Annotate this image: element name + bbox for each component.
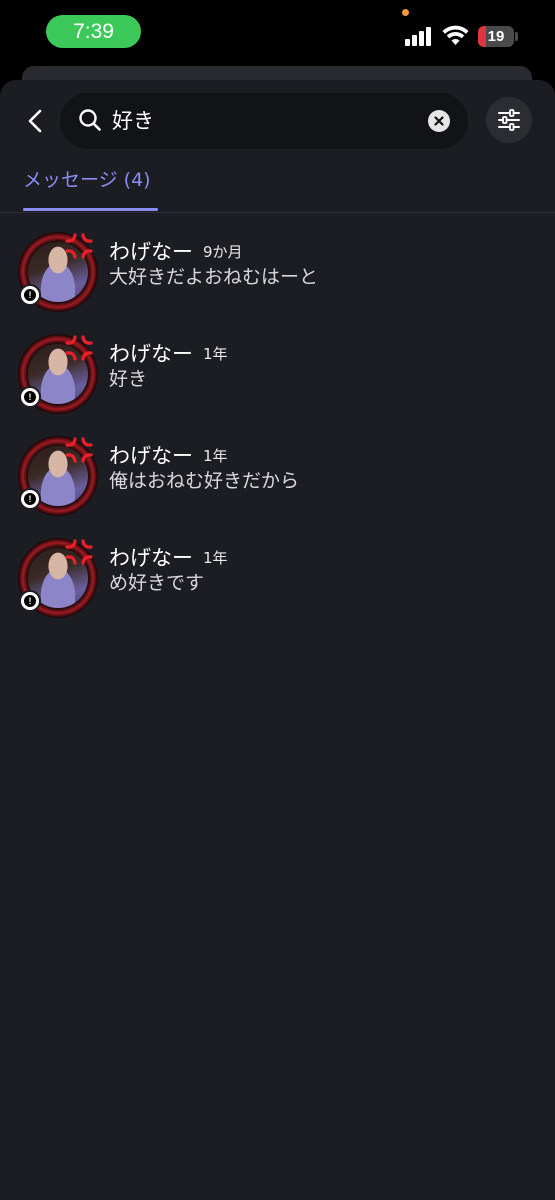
- result-row[interactable]: ! わげなー 1年 め好きです: [0, 538, 555, 634]
- privacy-indicator-dot: [402, 9, 409, 16]
- exclamation-icon: !: [24, 493, 36, 505]
- status-time[interactable]: 7:39: [46, 15, 141, 48]
- avatar[interactable]: !: [18, 436, 98, 516]
- tab-divider: [0, 212, 555, 213]
- clear-icon: [434, 116, 444, 126]
- anger-mark-icon: [65, 335, 93, 361]
- battery-tip: [515, 32, 518, 41]
- tab-messages[interactable]: メッセージ (4): [23, 165, 151, 195]
- battery-level: 19: [487, 28, 505, 45]
- search-icon: [79, 109, 101, 131]
- chevron-left-icon: [28, 109, 42, 133]
- alert-badge: !: [19, 386, 41, 408]
- message-preview: 好き: [109, 368, 148, 390]
- avatar[interactable]: !: [18, 232, 98, 312]
- message-preview: 大好きだよおねむはーと: [109, 266, 319, 288]
- filter-button[interactable]: [486, 97, 532, 143]
- result-row[interactable]: ! わげなー 9か月 大好きだよおねむはーと: [0, 232, 555, 328]
- message-preview: 俺はおねむ好きだから: [109, 470, 300, 492]
- avatar[interactable]: !: [18, 538, 98, 618]
- message-time: 1年: [203, 345, 228, 363]
- exclamation-icon: !: [24, 391, 36, 403]
- search-input[interactable]: 好き: [60, 93, 468, 149]
- message-preview: め好きです: [109, 572, 205, 594]
- result-row[interactable]: ! わげなー 1年 好き: [0, 334, 555, 430]
- alert-badge: !: [19, 284, 41, 306]
- exclamation-icon: !: [24, 289, 36, 301]
- status-bar: 7:39 19: [0, 0, 555, 66]
- anger-mark-icon: [65, 437, 93, 463]
- wifi-icon: [442, 25, 469, 45]
- anger-mark-icon: [65, 233, 93, 259]
- alert-badge: !: [19, 590, 41, 612]
- back-button[interactable]: [20, 103, 50, 139]
- message-time: 1年: [203, 447, 228, 465]
- anger-mark-icon: [65, 539, 93, 565]
- clear-search-button[interactable]: [428, 110, 450, 132]
- sliders-icon: [498, 109, 520, 131]
- result-row[interactable]: ! わげなー 1年 俺はおねむ好きだから: [0, 436, 555, 532]
- exclamation-icon: !: [24, 595, 36, 607]
- cellular-signal-icon: [405, 26, 435, 46]
- battery-icon: 19: [478, 26, 514, 47]
- message-time: 1年: [203, 549, 228, 567]
- avatar[interactable]: !: [18, 334, 98, 414]
- message-time: 9か月: [203, 243, 243, 261]
- search-query[interactable]: 好き: [112, 93, 154, 149]
- alert-badge: !: [19, 488, 41, 510]
- tab-active-indicator: [23, 208, 158, 211]
